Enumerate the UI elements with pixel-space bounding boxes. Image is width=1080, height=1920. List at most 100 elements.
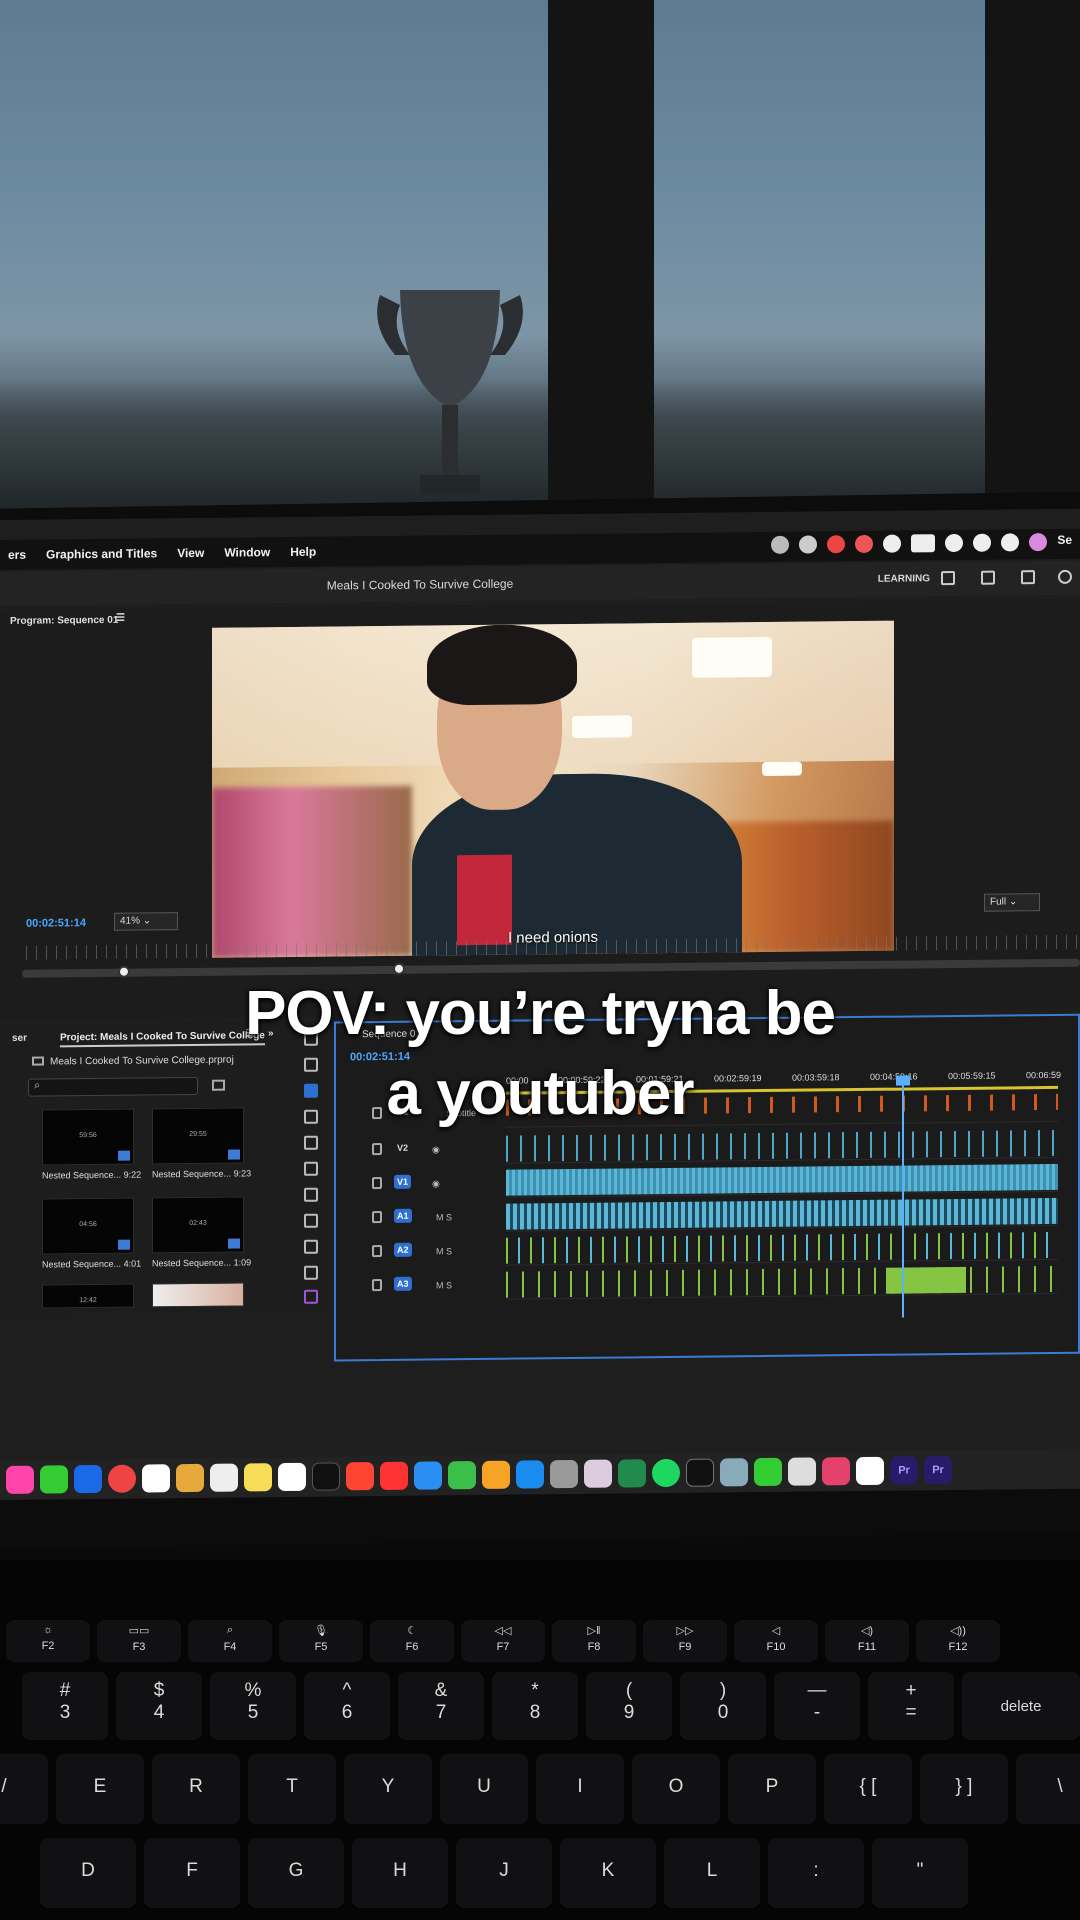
key--[interactable]: — - bbox=[774, 1672, 860, 1740]
spotify-app-icon[interactable] bbox=[652, 1458, 680, 1488]
key-7-home[interactable]: : bbox=[768, 1838, 864, 1908]
track-id[interactable]: A1 bbox=[394, 1208, 412, 1223]
project-item-label[interactable]: Nested Sequence... 4:01 bbox=[42, 1259, 141, 1270]
project-item-thumbnail[interactable]: 12:42 bbox=[42, 1283, 134, 1309]
key-1-qwerty[interactable]: E bbox=[56, 1754, 144, 1824]
key-1-home[interactable]: F bbox=[144, 1838, 240, 1908]
record-icon[interactable] bbox=[883, 534, 902, 553]
video-clips[interactable] bbox=[506, 1163, 1058, 1196]
creative-cloud-app-icon[interactable] bbox=[822, 1457, 850, 1486]
dropbox-app-icon[interactable] bbox=[74, 1464, 102, 1494]
track-a3-clips[interactable] bbox=[506, 1263, 1058, 1300]
project-item-thumbnail[interactable] bbox=[152, 1282, 244, 1308]
key-7[interactable]: & 7 bbox=[398, 1672, 484, 1740]
keynote-app-icon[interactable] bbox=[414, 1461, 442, 1490]
audio-clips[interactable] bbox=[506, 1265, 1058, 1298]
track-id[interactable]: V2 bbox=[394, 1141, 411, 1155]
creative-cloud-status-icon[interactable] bbox=[855, 534, 874, 554]
folder-app-icon[interactable] bbox=[176, 1463, 204, 1493]
chrome-app-icon[interactable] bbox=[108, 1464, 136, 1493]
key-f4[interactable]: ⌕ F4 bbox=[188, 1620, 272, 1662]
panel-layout-icon[interactable] bbox=[941, 570, 955, 586]
preview-app-icon[interactable] bbox=[584, 1459, 612, 1488]
control-center-icon[interactable] bbox=[1001, 533, 1020, 552]
numbers-app-icon[interactable] bbox=[448, 1461, 476, 1490]
lock-icon[interactable] bbox=[372, 1176, 382, 1190]
panel-menu-icon[interactable]: ☰ bbox=[116, 613, 125, 624]
track-v1-clips[interactable] bbox=[506, 1161, 1058, 1198]
key-f12[interactable]: ◁)) F12 bbox=[916, 1620, 1000, 1662]
key-6[interactable]: ^ 6 bbox=[304, 1672, 390, 1740]
audio-clips[interactable] bbox=[506, 1197, 1058, 1230]
key-0-qwerty[interactable]: / bbox=[0, 1754, 48, 1824]
terminal-app-icon[interactable] bbox=[686, 1458, 714, 1487]
menu-item-ers[interactable]: ers bbox=[8, 548, 26, 562]
pen-tool-icon[interactable] bbox=[304, 1161, 318, 1176]
notes-app-icon[interactable] bbox=[244, 1463, 272, 1492]
lock-icon[interactable] bbox=[372, 1244, 382, 1258]
project-item-label[interactable]: Nested Sequence... 1:09 bbox=[152, 1257, 251, 1268]
app-store-icon[interactable] bbox=[516, 1460, 544, 1489]
capture-app-icon[interactable] bbox=[788, 1457, 816, 1486]
hand-tool-icon[interactable] bbox=[304, 1213, 318, 1228]
key-f5[interactable]: 🎙 F5 bbox=[279, 1620, 363, 1662]
premiere-pro-app-icon[interactable]: Pr bbox=[924, 1456, 952, 1485]
key-7-qwerty[interactable]: O bbox=[632, 1754, 720, 1824]
key-10-qwerty[interactable]: } ] bbox=[920, 1754, 1008, 1824]
key-5-qwerty[interactable]: U bbox=[440, 1754, 528, 1824]
track-id[interactable]: A3 bbox=[394, 1276, 412, 1291]
scrollbar-handle-left[interactable] bbox=[118, 965, 130, 978]
key-6-home[interactable]: L bbox=[664, 1838, 760, 1908]
program-timecode[interactable]: 00:02:51:14 bbox=[26, 917, 86, 930]
key-6-qwerty[interactable]: I bbox=[536, 1754, 624, 1824]
share-icon[interactable] bbox=[981, 570, 995, 585]
zoom-tool-icon[interactable] bbox=[304, 1239, 318, 1254]
project-item-thumbnail[interactable]: 04:56 bbox=[42, 1197, 134, 1255]
audio-clips[interactable] bbox=[506, 1231, 1058, 1264]
key-5[interactable]: % 5 bbox=[210, 1672, 296, 1740]
project-item-label[interactable]: Nested Sequence... 9:22 bbox=[42, 1170, 141, 1181]
key-3-qwerty[interactable]: T bbox=[248, 1754, 336, 1824]
key-8-home[interactable]: " bbox=[872, 1838, 968, 1908]
calendar-app-icon[interactable] bbox=[142, 1464, 170, 1493]
key-f9[interactable]: ▷▷ F9 bbox=[643, 1620, 727, 1662]
menu-help[interactable]: Help bbox=[290, 545, 316, 559]
freeform-app-icon[interactable] bbox=[278, 1462, 306, 1492]
lock-icon[interactable] bbox=[372, 1278, 382, 1292]
wifi-icon[interactable] bbox=[945, 533, 964, 553]
key-0[interactable]: ) 0 bbox=[680, 1672, 766, 1740]
key-9-qwerty[interactable]: { [ bbox=[824, 1754, 912, 1824]
messages-app-icon[interactable] bbox=[754, 1457, 782, 1487]
key-5-home[interactable]: K bbox=[560, 1838, 656, 1908]
mute-solo-buttons[interactable]: M S bbox=[436, 1280, 452, 1290]
key-2-qwerty[interactable]: R bbox=[152, 1754, 240, 1824]
track-id[interactable]: A2 bbox=[394, 1242, 412, 1257]
key-4[interactable]: $4 bbox=[116, 1672, 202, 1740]
key-3-home[interactable]: H bbox=[352, 1838, 448, 1908]
key-2-home[interactable]: G bbox=[248, 1838, 344, 1908]
premiere-pro-app-icon[interactable]: Pr bbox=[890, 1456, 918, 1485]
mute-solo-buttons[interactable]: M S bbox=[436, 1212, 452, 1222]
video-clips[interactable] bbox=[506, 1129, 1058, 1162]
chatgpt-app-icon[interactable] bbox=[856, 1456, 884, 1486]
key-f10[interactable]: ◁ F10 bbox=[734, 1620, 818, 1662]
battery-icon[interactable] bbox=[911, 534, 936, 553]
eye-icon[interactable]: ◉ bbox=[432, 1144, 440, 1155]
mute-solo-buttons[interactable]: M S bbox=[436, 1246, 452, 1256]
menu-window[interactable]: Window bbox=[224, 545, 270, 559]
spotlight-search-icon[interactable] bbox=[973, 533, 992, 552]
key-0-home[interactable]: D bbox=[40, 1838, 136, 1908]
remix-tool-icon[interactable] bbox=[304, 1289, 318, 1304]
facetime-app-icon[interactable] bbox=[40, 1465, 68, 1494]
photos-app-icon[interactable] bbox=[6, 1465, 34, 1494]
tv-app-icon[interactable] bbox=[312, 1462, 340, 1491]
excel-app-icon[interactable] bbox=[618, 1459, 646, 1488]
key-f2[interactable]: ☼ F2 bbox=[6, 1620, 90, 1662]
key-4-qwerty[interactable]: Y bbox=[344, 1754, 432, 1824]
type-tool-icon[interactable] bbox=[304, 1265, 318, 1280]
menu-view[interactable]: View bbox=[177, 546, 204, 560]
reminders-app-icon[interactable] bbox=[210, 1463, 238, 1492]
key-4-home[interactable]: J bbox=[456, 1838, 552, 1908]
key-3[interactable]: #3 bbox=[22, 1672, 108, 1740]
pages-app-icon[interactable] bbox=[482, 1460, 510, 1489]
